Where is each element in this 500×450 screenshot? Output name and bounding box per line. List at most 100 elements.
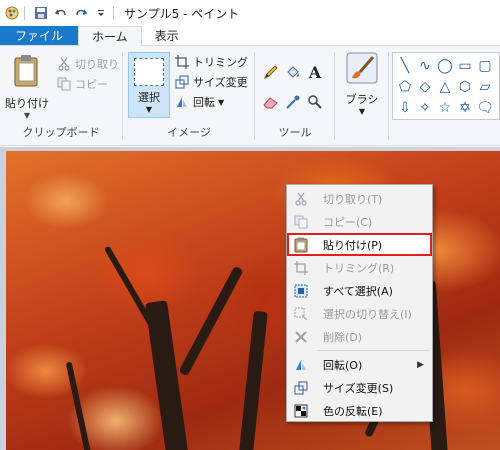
ribbon-divider (388, 52, 389, 140)
menu-item-crop[interactable]: トリミング(R) (287, 256, 432, 279)
submenu-arrow-icon: ▶ (417, 359, 424, 370)
tab-home[interactable]: ホーム (78, 26, 142, 46)
diamond-shape-icon[interactable]: ◇ (415, 76, 435, 97)
ribbon-tabs: ファイル ホーム 表示 (0, 26, 500, 46)
brush-icon (346, 52, 378, 87)
callout-shape-icon[interactable]: ▱ (475, 76, 495, 97)
star-shape-icon[interactable]: ☆ (435, 97, 455, 118)
save-icon[interactable] (33, 5, 49, 21)
menu-item-rotate[interactable]: 回転(O) ▶ (287, 353, 432, 376)
paste-button[interactable]: 貼り付け ▼ (4, 54, 50, 120)
arrow-down-shape-icon[interactable]: ⇩ (395, 97, 415, 118)
magnifier-icon[interactable] (304, 92, 326, 112)
oval-shape-icon[interactable]: ◯ (435, 55, 455, 76)
invert-selection-icon (291, 305, 311, 323)
menu-item-paste[interactable]: 貼り付け(P) (287, 233, 432, 256)
copy-icon (291, 213, 311, 231)
image-group: 選択 ▼ トリミング サイズ変更 回転 ▼ イメージ (124, 46, 254, 146)
ribbon-divider (122, 52, 123, 140)
undo-icon[interactable] (53, 5, 69, 21)
rotate-dropdown-icon[interactable]: ▼ (218, 98, 224, 107)
select-rectangle-icon (134, 58, 164, 86)
line-shape-icon[interactable]: ╲ (395, 55, 415, 76)
rotate-icon (174, 94, 190, 110)
brush-dropdown-icon[interactable]: ▼ (359, 107, 365, 116)
color-picker-icon[interactable] (282, 92, 304, 112)
paste-icon (291, 236, 311, 254)
brush-button[interactable]: ブラシ ▼ (340, 52, 384, 116)
menu-item-label: すべて選択(A) (323, 284, 393, 298)
shapes-gallery: ╲ ∿ ◯ ▭ ▢ ⬠ ◇ △ ⬡ ▱ ⇩ ✧ ☆ ✡ 🗨 (392, 52, 500, 120)
clipboard-group-label: クリップボード (22, 126, 100, 139)
title-bar: サンプル5 - ペイント (0, 0, 500, 26)
select-dropdown-icon[interactable]: ▼ (146, 105, 152, 114)
scissors-icon (291, 190, 311, 208)
select-all-icon (291, 282, 311, 300)
menu-item-copy[interactable]: コピー(C) (287, 210, 432, 233)
quick-access-divider (24, 6, 25, 20)
copy-icon (56, 76, 72, 92)
customize-toolbar-icon[interactable] (93, 5, 109, 21)
fill-bucket-icon[interactable] (282, 62, 304, 82)
polygon-shape-icon[interactable]: ⬠ (395, 76, 415, 97)
crop-label: トリミング (193, 56, 248, 69)
crop-icon (174, 54, 190, 70)
rotate-label: 回転 (193, 96, 215, 109)
invert-color-icon (291, 402, 311, 420)
title-divider (113, 6, 114, 20)
resize-label: サイズ変更 (193, 76, 248, 89)
rectangle-shape-icon[interactable]: ▭ (455, 55, 475, 76)
eraser-icon[interactable] (260, 92, 282, 112)
ribbon-home: 貼り付け ▼ 切り取り コピー クリップボード 選択 ▼ トリミング サイズ変更… (0, 46, 500, 146)
paint-app-icon[interactable] (4, 5, 20, 21)
ribbon-divider (254, 52, 255, 140)
menu-item-label: トリミング(R) (323, 261, 395, 275)
speech-bubble-shape-icon[interactable]: 🗨 (475, 97, 495, 118)
tools-group: A ツール (256, 46, 334, 146)
resize-button[interactable]: サイズ変更 (174, 72, 248, 92)
resize-icon (291, 379, 311, 397)
clipboard-group: 貼り付け ▼ 切り取り コピー クリップボード (0, 46, 122, 146)
menu-item-invert-selection[interactable]: 選択の切り替え(I) (287, 302, 432, 325)
menu-item-label: 色の反転(E) (323, 404, 383, 418)
select-button[interactable]: 選択 ▼ (128, 52, 170, 118)
hexagon-shape-icon[interactable]: ⬡ (455, 76, 475, 97)
curve-shape-icon[interactable]: ∿ (415, 55, 435, 76)
tab-file[interactable]: ファイル (0, 26, 79, 45)
six-point-star-shape-icon[interactable]: ✡ (455, 97, 475, 118)
paint-window: サンプル5 - ペイント ファイル ホーム 表示 貼り付け ▼ 切り取り コピー… (0, 0, 500, 450)
text-icon[interactable]: A (304, 62, 326, 82)
rotate-icon (291, 356, 311, 374)
menu-item-delete[interactable]: 削除(D) (287, 325, 432, 348)
ribbon-divider (334, 52, 335, 140)
cut-button[interactable]: 切り取り (56, 54, 119, 74)
menu-separator (317, 350, 430, 351)
copy-label: コピー (75, 78, 108, 91)
pencil-icon[interactable] (260, 62, 282, 82)
tools-group-label: ツール (278, 126, 312, 139)
resize-icon (174, 74, 190, 90)
select-label: 選択 (138, 91, 160, 104)
four-point-star-shape-icon[interactable]: ✧ (415, 97, 435, 118)
menu-item-cut[interactable]: 切り取り(T) (287, 187, 432, 210)
window-title: サンプル5 - ペイント (124, 6, 240, 21)
menu-item-select-all[interactable]: すべて選択(A) (287, 279, 432, 302)
menu-item-invert-color[interactable]: 色の反転(E) (287, 399, 432, 422)
delete-icon (291, 328, 311, 346)
rounded-rectangle-shape-icon[interactable]: ▢ (475, 55, 495, 76)
image-group-label: イメージ (167, 126, 211, 139)
menu-item-label: サイズ変更(S) (323, 381, 394, 395)
copy-button[interactable]: コピー (56, 74, 119, 94)
redo-icon[interactable] (73, 5, 89, 21)
menu-item-label: 切り取り(T) (323, 192, 383, 206)
rotate-button[interactable]: 回転 ▼ (174, 92, 248, 112)
crop-button[interactable]: トリミング (174, 52, 248, 72)
paste-icon (12, 54, 42, 91)
triangle-shape-icon[interactable]: △ (435, 76, 455, 97)
paste-label: 貼り付け (5, 97, 49, 110)
menu-item-resize[interactable]: サイズ変更(S) (287, 376, 432, 399)
menu-item-label: 選択の切り替え(I) (323, 307, 412, 321)
scissors-icon (56, 56, 72, 72)
paste-dropdown-icon[interactable]: ▼ (24, 111, 30, 120)
tab-view[interactable]: 表示 (142, 26, 192, 45)
